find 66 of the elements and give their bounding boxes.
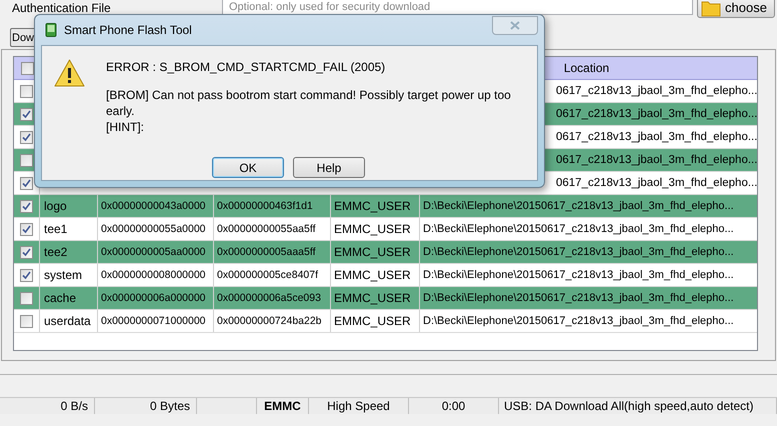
table-cell-text: 0617_c218v13_jbaol_3m_fhd_elepho... — [555, 153, 757, 168]
warning-icon — [54, 59, 85, 87]
table-cell: logo — [40, 195, 98, 217]
status-text: 0 B/s — [60, 398, 88, 415]
folder-icon — [701, 0, 721, 16]
status-text: EMMC — [264, 398, 301, 415]
table-cell-text: D:\Becki\Elephone\20150617_c218v13_jbaol_3m_fhd_elepho... — [422, 314, 735, 329]
checkbox[interactable] — [20, 176, 33, 190]
table-cell: 0x00000000724ba22b — [214, 310, 331, 332]
table-cell: 0x0000000071000000 — [98, 310, 214, 332]
table-cell: EMMC_USER — [331, 287, 420, 309]
table-cell: EMMC_USER — [331, 218, 420, 240]
table-cell: 0x0000000005aaa5ff — [214, 241, 331, 263]
checkbox[interactable] — [20, 62, 34, 74]
status-text: 0:00 — [442, 398, 466, 415]
checkbox[interactable] — [20, 314, 33, 328]
status-text: USB: DA Download All(high speed,auto detect) — [504, 398, 754, 415]
table-cell-text: 0617_c218v13_jbaol_3m_fhd_elepho... — [555, 107, 757, 122]
table-cell-text: D:\Becki\Elephone\20150617_c218v13_jbaol_3m_fhd_elepho... — [422, 268, 735, 283]
table-cell: 0x00000000043a0000 — [98, 195, 214, 217]
checkbox[interactable] — [20, 292, 33, 304]
table-cell: 0x000000006a000000 — [98, 287, 214, 309]
table-cell-text: D:\Becki\Elephone\20150617_c218v13_jbaol_3m_fhd_elepho... — [422, 245, 735, 260]
status-text: 0 Bytes — [150, 398, 190, 415]
table-cell: 0x000000005ce8407f — [214, 264, 331, 286]
error-message: [BROM] Can not pass bootrom start command! Possibly target power up too early. — [106, 87, 512, 119]
table-cell: 0x000000006a5ce093 — [214, 287, 331, 309]
checkbox[interactable] — [20, 222, 33, 236]
hint-text: [HINT]: — [106, 119, 145, 135]
checkbox[interactable] — [20, 108, 33, 120]
table-cell: 0x00000000055aa5ff — [214, 218, 331, 240]
table-cell-text: D:\Becki\Elephone\20150617_c218v13_jbaol_3m_fhd_elepho... — [422, 222, 735, 237]
table-cell: EMMC_USER — [331, 241, 420, 263]
window-title: Smart Phone Flash Tool — [64, 22, 192, 39]
table-cell: 0x00000000055a0000 — [98, 218, 214, 240]
authentication-field[interactable]: Optional: only used for security download — [222, 0, 693, 15]
phone-icon — [45, 23, 57, 37]
table-cell: 0x00000000463f1d1 — [214, 195, 331, 217]
table-cell: userdata — [40, 310, 98, 332]
table-cell-text: 0617_c218v13_jbaol_3m_fhd_elepho... — [555, 130, 757, 145]
dialog-button[interactable]: Help — [293, 157, 365, 178]
table-cell: tee2 — [40, 241, 98, 263]
checkbox[interactable] — [20, 268, 33, 282]
table-cell: 0x0000000008000000 — [98, 264, 214, 286]
table-cell: tee1 — [40, 218, 98, 240]
table-cell: 0x0000000005aa0000 — [98, 241, 214, 263]
dialog-button[interactable]: OK — [212, 157, 284, 178]
table-cell-text: D:\Becki\Elephone\20150617_c218v13_jbaol_3m_fhd_elepho... — [422, 291, 735, 306]
checkbox[interactable] — [20, 130, 33, 144]
table-cell: cache — [40, 287, 98, 309]
table-cell: EMMC_USER — [331, 310, 420, 332]
table-cell: EMMC_USER — [331, 264, 420, 286]
table-cell: system — [40, 264, 98, 286]
table-cell-text: 0617_c218v13_jbaol_3m_fhd_elepho... — [555, 84, 757, 99]
table-cell: EMMC_USER — [331, 195, 420, 217]
checkbox[interactable] — [20, 154, 33, 166]
checkbox[interactable] — [20, 84, 33, 98]
choose-button[interactable]: choose — [697, 0, 775, 18]
checkbox[interactable] — [20, 246, 33, 258]
field-label: Authentication File — [12, 1, 112, 15]
table-cell-text: D:\Becki\Elephone\20150617_c218v13_jbaol_3m_fhd_elepho... — [422, 199, 735, 214]
checkbox[interactable] — [20, 200, 33, 212]
close-icon — [510, 20, 520, 30]
status-text: High Speed — [327, 398, 390, 415]
error-title: ERROR : S_BROM_CMD_STARTCMD_FAIL (2005) — [106, 59, 386, 75]
table-cell-text: 0617_c218v13_jbaol_3m_fhd_elepho... — [555, 176, 757, 191]
